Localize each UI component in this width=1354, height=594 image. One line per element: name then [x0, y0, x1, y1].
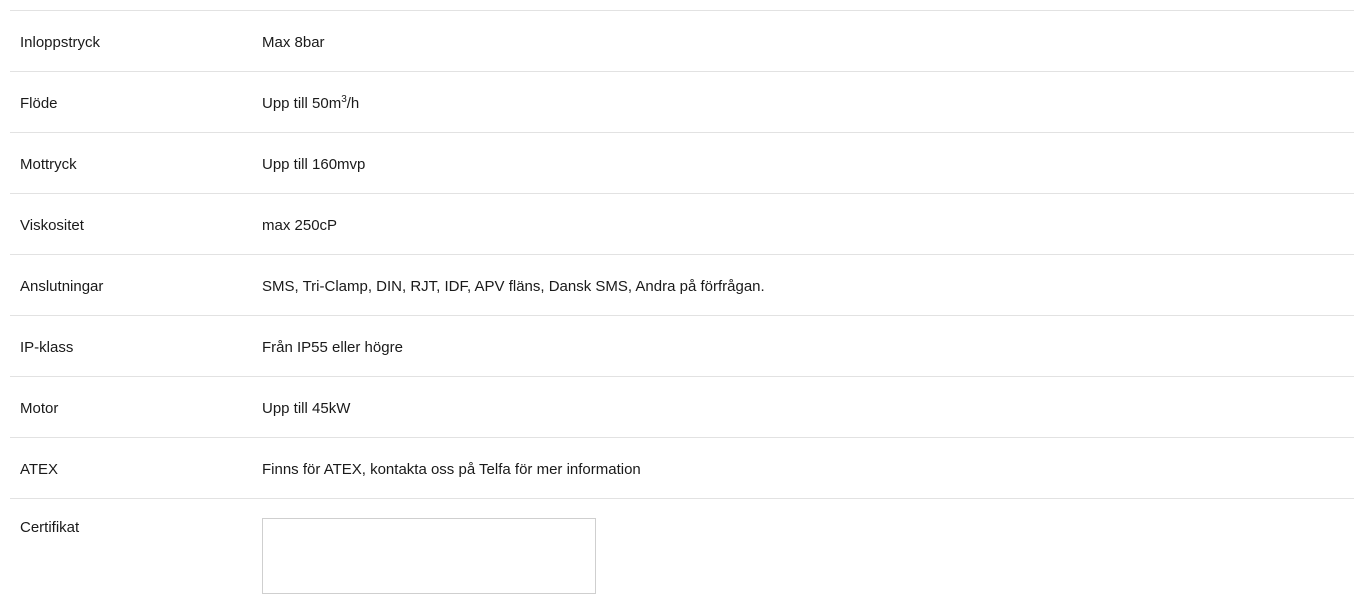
- spec-row-ip-klass: IP-klass Från IP55 eller högre: [10, 316, 1354, 377]
- spec-value: Från IP55 eller högre: [262, 339, 403, 356]
- spec-value: Upp till 45kW: [262, 400, 351, 417]
- spec-label: Flöde: [20, 95, 58, 112]
- spec-row-mottryck: Mottryck Upp till 160mvp: [10, 133, 1354, 194]
- spec-row-inloppstryck: Inloppstryck Max 8bar: [10, 11, 1354, 72]
- spec-label: Inloppstryck: [20, 34, 101, 51]
- spec-value: Upp till 160mvp: [262, 156, 366, 173]
- spec-label: Certifikat: [20, 519, 80, 536]
- spec-label: Anslutningar: [20, 278, 104, 295]
- certificate-image-placeholder: [262, 518, 596, 594]
- spec-value-container: [250, 499, 1354, 594]
- spec-row-atex: ATEX Finns för ATEX, kontakta oss på Tel…: [10, 438, 1354, 499]
- spec-label: ATEX: [20, 461, 59, 478]
- spec-row-viskositet: Viskositet max 250cP: [10, 194, 1354, 255]
- spec-value: max 250cP: [262, 217, 338, 234]
- spec-row-certifikat: Certifikat: [10, 499, 1354, 594]
- spec-label: Viskositet: [20, 217, 84, 234]
- spec-label: IP-klass: [20, 339, 74, 356]
- spec-value: Finns för ATEX, kontakta oss på Telfa fö…: [262, 461, 641, 478]
- spec-label: Motor: [20, 400, 59, 417]
- spec-value: Upp till 50m3/h: [250, 72, 1354, 113]
- spec-value-text: Upp till 50m: [262, 95, 342, 112]
- specification-table: Inloppstryck Max 8bar Flöde Upp till 50m…: [10, 10, 1354, 594]
- spec-row-motor: Motor Upp till 45kW: [10, 377, 1354, 438]
- spec-row-anslutningar: Anslutningar SMS, Tri-Clamp, DIN, RJT, I…: [10, 255, 1354, 316]
- spec-label: Mottryck: [20, 156, 77, 173]
- spec-row-flode: Flöde Upp till 50m3/h: [10, 72, 1354, 133]
- spec-value: SMS, Tri-Clamp, DIN, RJT, IDF, APV fläns…: [262, 278, 765, 295]
- spec-value-unit: /h: [346, 95, 360, 112]
- spec-value: Max 8bar: [262, 34, 325, 51]
